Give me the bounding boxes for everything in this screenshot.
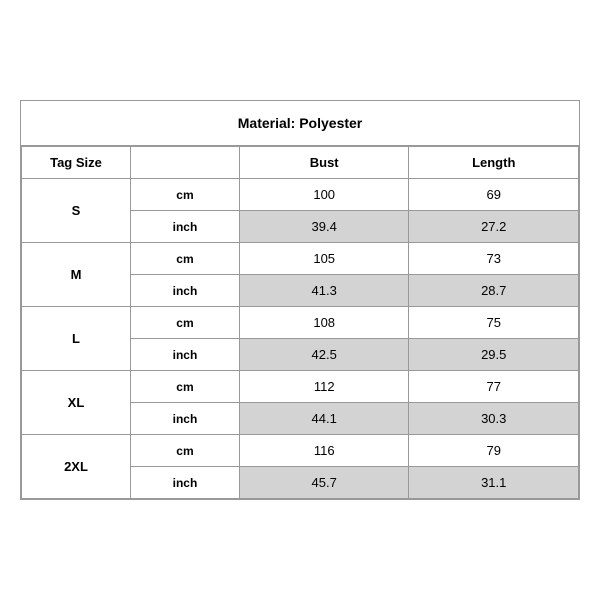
bust-cm-value: 116 xyxy=(239,435,409,467)
tag-size-cell: M xyxy=(22,243,131,307)
length-inch-value: 31.1 xyxy=(409,467,579,499)
unit-cell-inch: inch xyxy=(130,403,239,435)
table-row: Mcm10573 xyxy=(22,243,579,275)
table-row: 2XLcm11679 xyxy=(22,435,579,467)
bust-cm-value: 112 xyxy=(239,371,409,403)
length-cm-value: 77 xyxy=(409,371,579,403)
table-header: Tag Size Bust Length xyxy=(22,147,579,179)
chart-title: Material: Polyester xyxy=(21,101,579,146)
bust-cm-value: 105 xyxy=(239,243,409,275)
tag-size-cell: 2XL xyxy=(22,435,131,499)
unit-cell-inch: inch xyxy=(130,275,239,307)
bust-cm-value: 108 xyxy=(239,307,409,339)
tag-size-cell: S xyxy=(22,179,131,243)
table-row: Lcm10875 xyxy=(22,307,579,339)
bust-inch-value: 45.7 xyxy=(239,467,409,499)
unit-cell-cm: cm xyxy=(130,435,239,467)
length-inch-value: 28.7 xyxy=(409,275,579,307)
unit-cell-cm: cm xyxy=(130,307,239,339)
bust-cm-value: 100 xyxy=(239,179,409,211)
length-inch-value: 27.2 xyxy=(409,211,579,243)
bust-inch-value: 42.5 xyxy=(239,339,409,371)
tag-size-header: Tag Size xyxy=(22,147,131,179)
size-table: Tag Size Bust Length Scm10069inch39.427.… xyxy=(21,146,579,499)
table-row: Scm10069 xyxy=(22,179,579,211)
table-row: XLcm11277 xyxy=(22,371,579,403)
tag-size-cell: XL xyxy=(22,371,131,435)
unit-cell-inch: inch xyxy=(130,339,239,371)
tag-size-cell: L xyxy=(22,307,131,371)
bust-inch-value: 39.4 xyxy=(239,211,409,243)
unit-cell-cm: cm xyxy=(130,243,239,275)
unit-header xyxy=(130,147,239,179)
length-cm-value: 79 xyxy=(409,435,579,467)
size-chart: Material: Polyester Tag Size Bust Length… xyxy=(20,100,580,500)
length-header: Length xyxy=(409,147,579,179)
bust-inch-value: 44.1 xyxy=(239,403,409,435)
bust-inch-value: 41.3 xyxy=(239,275,409,307)
unit-cell-inch: inch xyxy=(130,467,239,499)
unit-cell-cm: cm xyxy=(130,371,239,403)
bust-header: Bust xyxy=(239,147,409,179)
length-cm-value: 69 xyxy=(409,179,579,211)
unit-cell-cm: cm xyxy=(130,179,239,211)
length-cm-value: 75 xyxy=(409,307,579,339)
length-inch-value: 29.5 xyxy=(409,339,579,371)
length-inch-value: 30.3 xyxy=(409,403,579,435)
length-cm-value: 73 xyxy=(409,243,579,275)
unit-cell-inch: inch xyxy=(130,211,239,243)
